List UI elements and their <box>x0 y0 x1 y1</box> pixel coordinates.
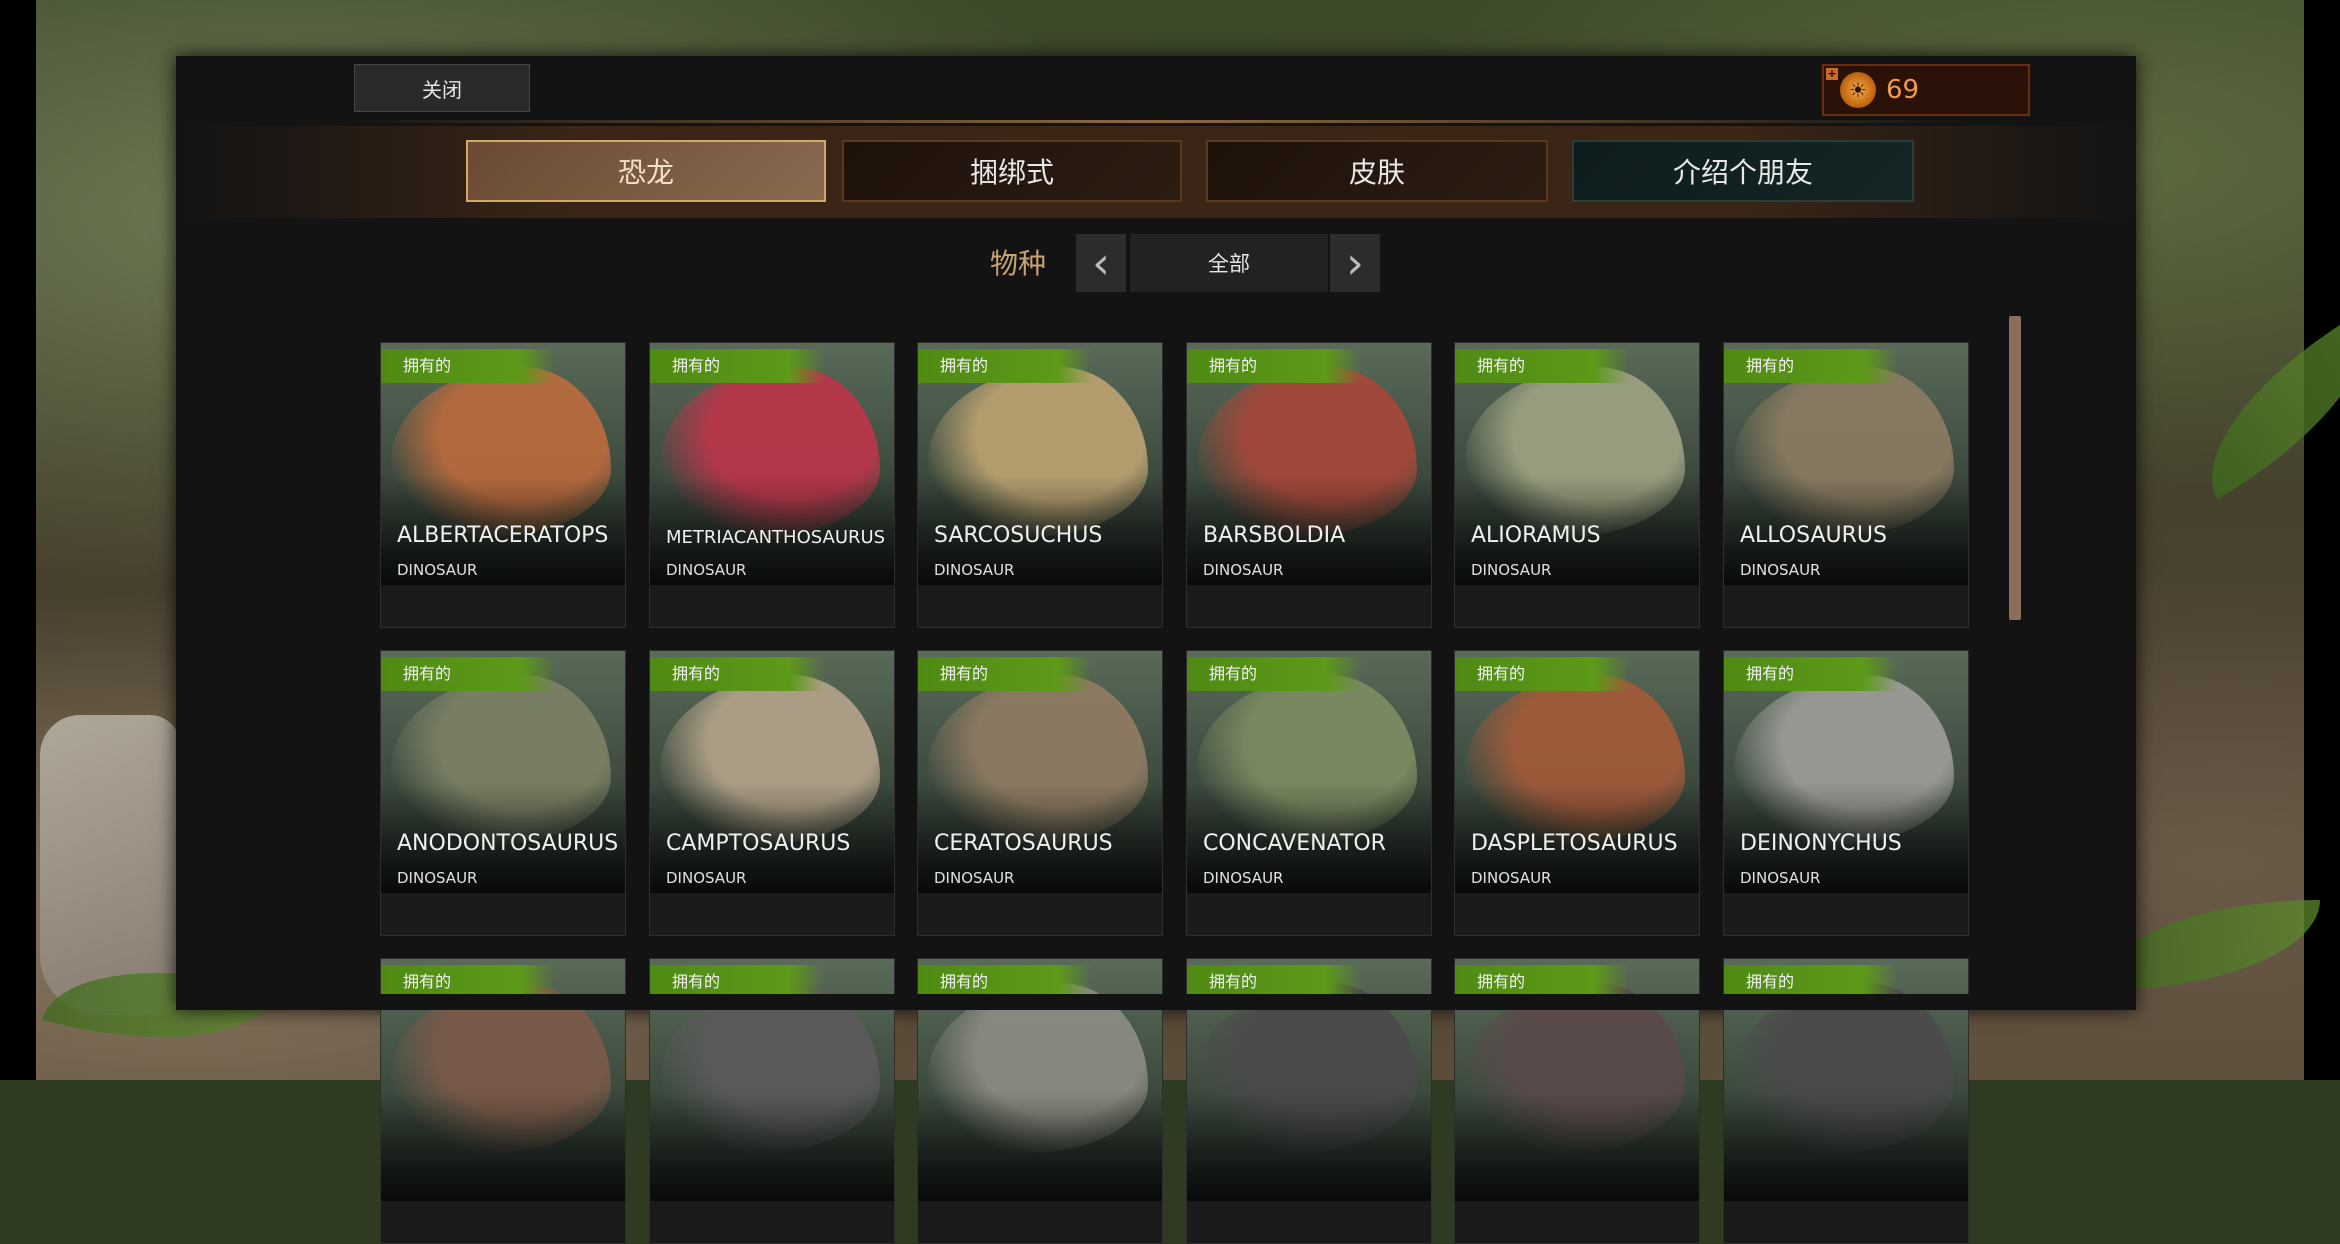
dinosaur-name: ALBERTACERATOPS <box>397 523 609 548</box>
dinosaur-type: DINOSAUR <box>1471 869 1552 887</box>
dinosaur-type: DINOSAUR <box>1203 869 1284 887</box>
tab-dinosaurs[interactable]: 恐龙 <box>466 140 826 202</box>
card-footer <box>1724 1201 1968 1243</box>
owned-badge: 拥有的 <box>1455 349 1629 383</box>
background-rock <box>40 715 180 1015</box>
dinosaur-card[interactable]: 拥有的 CONCAVENATOR DINOSAUR <box>1186 650 1432 936</box>
dinosaur-type: DINOSAUR <box>1740 561 1821 579</box>
card-footer <box>1187 1201 1431 1243</box>
card-footer <box>1724 893 1968 935</box>
card-footer <box>918 585 1162 627</box>
owned-badge: 拥有的 <box>918 349 1092 383</box>
species-filter-value[interactable]: 全部 <box>1130 234 1328 292</box>
card-footer <box>1724 585 1968 627</box>
card-footer <box>650 1201 894 1243</box>
dinosaur-type: DINOSAUR <box>397 561 478 579</box>
dinosaur-type: DINOSAUR <box>666 561 747 579</box>
card-footer <box>381 893 625 935</box>
owned-badge: 拥有的 <box>918 657 1092 691</box>
close-button[interactable]: 关闭 <box>354 64 530 112</box>
dinosaur-card[interactable]: 拥有的 CAMPTOSAURUS DINOSAUR <box>649 650 895 936</box>
dinosaur-name: BARSBOLDIA <box>1203 523 1346 548</box>
card-footer <box>650 893 894 935</box>
add-currency-icon[interactable]: + <box>1826 68 1838 80</box>
owned-badge: 拥有的 <box>650 349 824 383</box>
store-panel: 关闭 + ☀ 69 恐龙 捆绑式 皮肤 介绍个朋友 物种 ‹ 全部 › 拥有的 A… <box>176 56 2136 1244</box>
letterbox-left <box>0 0 36 1080</box>
dinosaur-name: ANODONTOSAURUS <box>397 831 619 856</box>
card-footer <box>918 893 1162 935</box>
card-footer <box>381 585 625 627</box>
dinosaur-name: DASPLETOSAURUS <box>1471 831 1678 856</box>
dinosaur-type: DINOSAUR <box>934 869 1015 887</box>
currency-value: 69 <box>1886 75 1920 105</box>
dinosaur-type: DINOSAUR <box>666 869 747 887</box>
wolf-emblem-icon: ☀ <box>1840 72 1876 108</box>
owned-badge: 拥有的 <box>1724 657 1898 691</box>
owned-badge: 拥有的 <box>650 657 824 691</box>
filter-next-button[interactable]: › <box>1330 234 1380 292</box>
owned-badge: 拥有的 <box>1187 657 1361 691</box>
dinosaur-card[interactable]: 拥有的 SARCOSUCHUS DINOSAUR <box>917 342 1163 628</box>
dinosaur-type: DINOSAUR <box>1740 869 1821 887</box>
card-footer <box>650 585 894 627</box>
dinosaur-card[interactable]: 拥有的 ALLOSAURUS DINOSAUR <box>1723 342 1969 628</box>
dinosaur-name: CAMPTOSAURUS <box>666 831 851 856</box>
card-footer <box>381 1201 625 1243</box>
species-filter-label: 物种 <box>990 247 1047 280</box>
header-divider <box>336 120 1976 123</box>
tab-bundles[interactable]: 捆绑式 <box>842 140 1182 202</box>
dinosaur-card[interactable]: 拥有的 ALIORAMUS DINOSAUR <box>1454 342 1700 628</box>
dinosaur-type: DINOSAUR <box>934 561 1015 579</box>
dinosaur-card[interactable]: 拥有的 ANODONTOSAURUS DINOSAUR <box>380 650 626 936</box>
card-footer <box>1187 585 1431 627</box>
currency-display[interactable]: + ☀ 69 <box>1822 64 2030 116</box>
dinosaur-name: DEINONYCHUS <box>1740 831 1902 856</box>
scrollbar-thumb[interactable] <box>2009 316 2021 620</box>
owned-badge: 拥有的 <box>1724 349 1898 383</box>
owned-badge: 拥有的 <box>1455 657 1629 691</box>
dinosaur-card[interactable]: 拥有的 METRIACANTHOSAURUS DINOSAUR <box>649 342 895 628</box>
panel-bottom-edge <box>176 994 2136 1010</box>
dinosaur-card[interactable]: 拥有的 BARSBOLDIA DINOSAUR <box>1186 342 1432 628</box>
dinosaur-card[interactable]: 拥有的 DASPLETOSAURUS DINOSAUR <box>1454 650 1700 936</box>
owned-badge: 拥有的 <box>381 657 555 691</box>
chevron-left-icon: ‹ <box>1092 237 1110 289</box>
tab-skins[interactable]: 皮肤 <box>1206 140 1548 202</box>
card-footer <box>1455 893 1699 935</box>
filter-prev-button[interactable]: ‹ <box>1076 234 1126 292</box>
tab-refer-friend[interactable]: 介绍个朋友 <box>1572 140 1914 202</box>
card-footer <box>1455 1201 1699 1243</box>
owned-badge: 拥有的 <box>381 349 555 383</box>
dinosaur-name: CERATOSAURUS <box>934 831 1113 856</box>
dinosaur-name: SARCOSUCHUS <box>934 523 1103 548</box>
chevron-right-icon: › <box>1346 237 1364 289</box>
dinosaur-name: ALLOSAURUS <box>1740 523 1887 548</box>
card-footer <box>1455 585 1699 627</box>
category-tabs: 恐龙 捆绑式 皮肤 介绍个朋友 <box>176 126 2136 218</box>
dinosaur-type: DINOSAUR <box>1471 561 1552 579</box>
owned-badge: 拥有的 <box>1187 349 1361 383</box>
dinosaur-name: METRIACANTHOSAURUS <box>666 527 886 548</box>
dinosaur-name: CONCAVENATOR <box>1203 831 1386 856</box>
card-footer <box>1187 893 1431 935</box>
dinosaur-card[interactable]: 拥有的 DEINONYCHUS DINOSAUR <box>1723 650 1969 936</box>
dinosaur-type: DINOSAUR <box>1203 561 1284 579</box>
dinosaur-card[interactable]: 拥有的 CERATOSAURUS DINOSAUR <box>917 650 1163 936</box>
card-footer <box>918 1201 1162 1243</box>
dinosaur-card[interactable]: 拥有的 ALBERTACERATOPS DINOSAUR <box>380 342 626 628</box>
dinosaur-name: ALIORAMUS <box>1471 523 1601 548</box>
dinosaur-type: DINOSAUR <box>397 869 478 887</box>
